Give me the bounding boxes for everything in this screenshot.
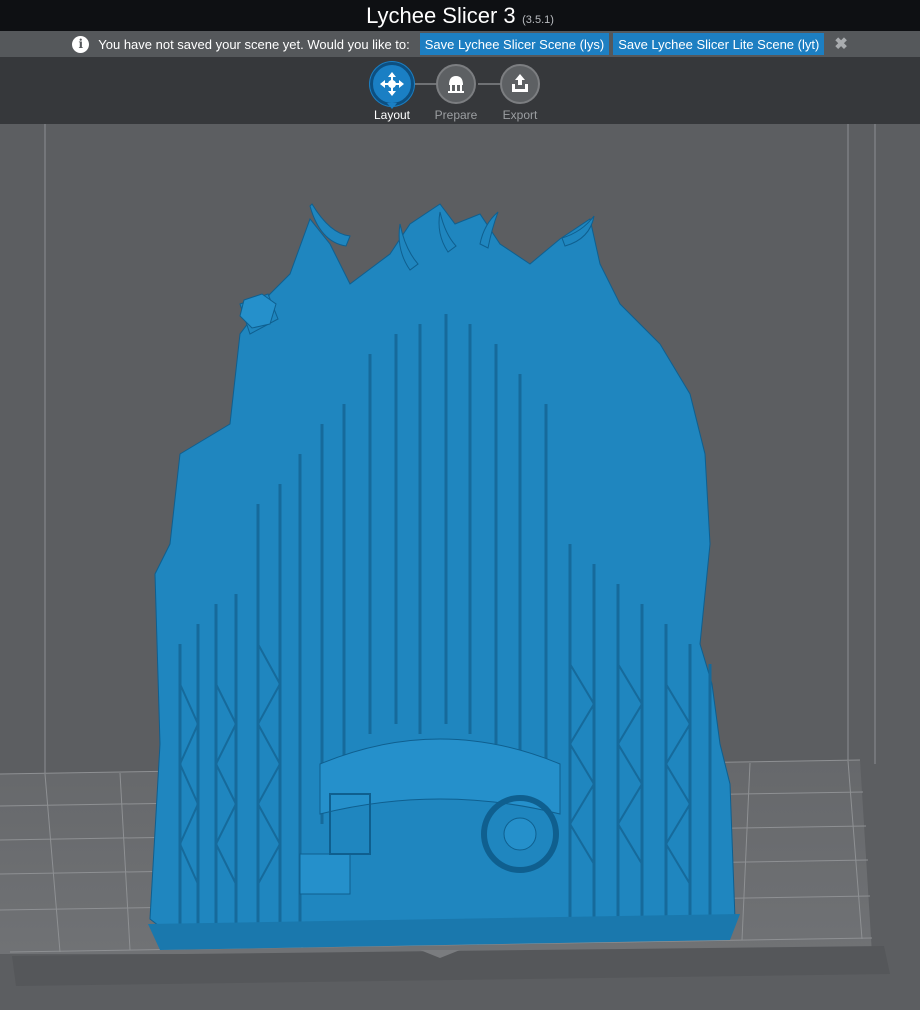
active-step-pointer bbox=[387, 103, 397, 109]
step-prepare[interactable]: Prepare bbox=[426, 62, 486, 122]
save-lyt-button[interactable]: Save Lychee Slicer Lite Scene (lyt) bbox=[613, 33, 825, 55]
move-arrows-icon bbox=[370, 62, 414, 106]
close-icon[interactable]: ✖ bbox=[834, 34, 847, 54]
export-icon bbox=[500, 64, 540, 104]
app-version: (3.5.1) bbox=[522, 14, 554, 26]
app-title: Lychee Slicer 3 bbox=[366, 3, 516, 28]
unsaved-scene-banner: i You have not saved your scene yet. Wou… bbox=[0, 31, 920, 57]
step-export[interactable]: Export bbox=[490, 62, 550, 122]
step-label: Prepare bbox=[434, 108, 478, 122]
supports-icon bbox=[436, 64, 476, 104]
save-lys-button[interactable]: Save Lychee Slicer Scene (lys) bbox=[419, 33, 610, 55]
workflow-toolbar: Layout Prepare Export bbox=[0, 57, 920, 124]
workflow-steps: Layout Prepare Export bbox=[368, 62, 548, 122]
unsaved-message: You have not saved your scene yet. Would… bbox=[98, 36, 410, 52]
step-label: Layout bbox=[373, 108, 411, 122]
title-bar: Lychee Slicer 3 (3.5.1) bbox=[0, 0, 920, 31]
step-label: Export bbox=[502, 108, 538, 122]
step-layout[interactable]: Layout bbox=[362, 62, 422, 122]
info-icon: i bbox=[72, 35, 90, 53]
throne-model bbox=[149, 203, 736, 945]
3d-viewport[interactable] bbox=[0, 124, 920, 1010]
scene-canvas bbox=[0, 124, 890, 986]
